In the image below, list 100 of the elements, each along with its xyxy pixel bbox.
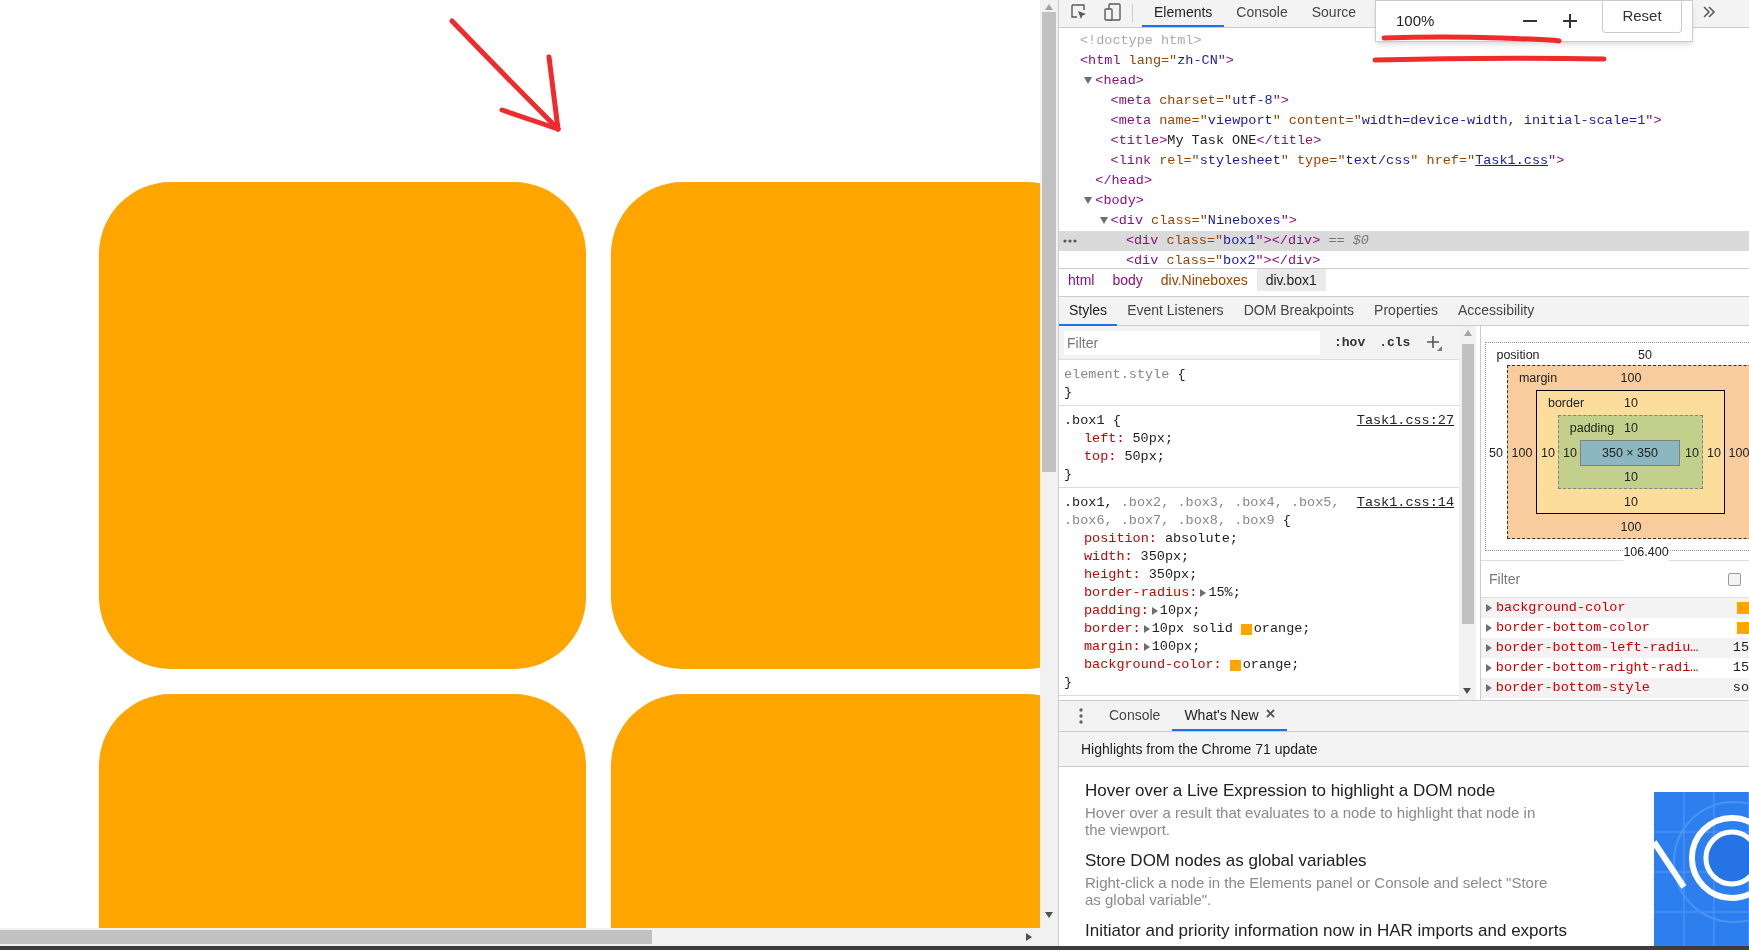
scroll-down-icon[interactable] <box>1463 688 1471 694</box>
selector: element.style { <box>1064 367 1186 382</box>
content-size: 350 × 350 <box>1602 444 1658 462</box>
tab[interactable]: Console <box>1224 0 1300 27</box>
expand-triangle-icon[interactable] <box>1486 684 1492 692</box>
box-value: 10 <box>1541 444 1555 462</box>
box-value: 100 <box>1511 444 1533 462</box>
breadcrumb[interactable]: div.Nineboxes <box>1151 269 1257 291</box>
code-line: <div class="Nineboxes"> <box>1110 211 1297 230</box>
tree-row[interactable]: <html lang="zh-CN"> <box>1059 51 1749 71</box>
tree-row[interactable]: <meta charset="utf-8"> <box>1059 91 1749 111</box>
expand-triangle-icon[interactable] <box>1099 217 1108 224</box>
property-name: background-color <box>1495 598 1627 617</box>
property-value: 10px; <box>1159 602 1201 620</box>
breadcrumb[interactable]: html <box>1059 269 1104 291</box>
property-name: position: <box>1084 530 1157 548</box>
tab[interactable]: Console <box>1097 701 1173 731</box>
tree-row[interactable]: <meta name="viewport" content="width=device-width, initial-scale=1"> <box>1059 111 1749 131</box>
property-name: height: <box>1084 566 1141 584</box>
code-line: <link rel="stylesheet" type="text/css" href="Task1.css"> <box>1110 151 1565 170</box>
expand-triangle-icon[interactable] <box>1151 607 1158 615</box>
link[interactable]: Task1.css:14 <box>1356 494 1454 512</box>
link[interactable]: Task1.css <box>1475 152 1549 168</box>
property-name: padding: <box>1084 602 1149 620</box>
property-name: width: <box>1084 548 1133 566</box>
box-label: padding <box>1569 419 1615 437</box>
scrollbar-thumb[interactable] <box>1461 344 1474 624</box>
tree-row[interactable]: <div class="Nineboxes"> <box>1059 211 1749 231</box>
hov-toggle[interactable]: :hov <box>1334 332 1366 353</box>
box-value: 10 <box>1707 444 1721 462</box>
item-description: Hover over a result that evaluates to a node to highlight that node in the viewport. <box>1085 804 1537 838</box>
expand-triangle-icon[interactable] <box>1486 644 1492 652</box>
breadcrumb[interactable]: body <box>1103 269 1152 291</box>
expand-triangle-icon[interactable] <box>1200 589 1207 597</box>
more-tabs-icon[interactable] <box>1702 6 1716 18</box>
tree-row[interactable]: <div class="box2"></div> <box>1059 251 1749 268</box>
checkbox[interactable] <box>1728 572 1741 586</box>
filter-field[interactable]: Filter <box>1489 568 1689 590</box>
new-rule-icon[interactable] <box>1426 334 1443 351</box>
code-line: <meta charset="utf-8"> <box>1110 91 1289 110</box>
selector: .box1 { <box>1064 413 1121 428</box>
color-swatch[interactable] <box>1240 623 1252 635</box>
tree-row[interactable]: <link rel="stylesheet" type="text/css" href="Task1.css"> <box>1059 151 1749 171</box>
property-value: 50px; <box>1132 430 1174 448</box>
color-swatch[interactable] <box>1229 659 1241 671</box>
tree-row[interactable]: <title>My Task ONE</title> <box>1059 131 1749 151</box>
property-name: border: <box>1084 620 1141 638</box>
device-icon[interactable] <box>1104 3 1122 21</box>
box-value: 10 <box>1624 419 1638 437</box>
scrollbar-thumb[interactable] <box>0 930 652 944</box>
property-name: border-radius: <box>1084 584 1198 602</box>
tab[interactable]: Event Listeners <box>1117 297 1234 326</box>
filter-field[interactable]: Filter <box>1064 330 1320 355</box>
tree-row[interactable]: <body> <box>1059 191 1749 211</box>
property-name: border-bottom-left-radiu… <box>1495 638 1700 657</box>
scroll-down-icon[interactable] <box>1045 912 1053 918</box>
code-line: <div class="box2"></div> <box>1125 251 1321 268</box>
property-value: 15 <box>1732 638 1749 657</box>
scroll-right-icon[interactable] <box>1026 933 1032 941</box>
code-line: </head> <box>1095 171 1152 190</box>
item-title: Hover over a Live Expression to highlight a DOM node <box>1085 780 1497 802</box>
expand-triangle-icon[interactable] <box>1143 643 1150 651</box>
tree-row[interactable]: <div class="box1"></div> == $0 <box>1059 231 1749 251</box>
box-value: 100 <box>1620 369 1642 387</box>
expand-triangle-icon[interactable] <box>1486 604 1492 612</box>
tab[interactable]: DOM Breakpoints <box>1233 297 1365 326</box>
tab[interactable]: Source <box>1299 0 1369 27</box>
cls-toggle[interactable]: .cls <box>1379 332 1411 353</box>
box-value: 10 <box>1624 394 1638 412</box>
zoom-level: 100% <box>1396 10 1436 31</box>
property-name: border-bottom-style <box>1495 678 1651 697</box>
expand-triangle-icon[interactable] <box>1084 77 1093 84</box>
expand-triangle-icon[interactable] <box>1143 625 1150 633</box>
expand-triangle-icon[interactable] <box>1084 197 1093 204</box>
box-label: border <box>1547 394 1585 412</box>
property-name: top: <box>1084 448 1117 466</box>
property-value: orange; <box>1242 656 1300 674</box>
expand-triangle-icon[interactable] <box>1486 664 1492 672</box>
box-value: 100 <box>1620 518 1642 536</box>
property-name: border-bottom-color <box>1495 618 1651 637</box>
tab[interactable]: Properties <box>1364 297 1448 326</box>
box-value: 10 <box>1624 468 1638 486</box>
inspect-icon[interactable] <box>1070 3 1088 21</box>
tab[interactable]: Elements <box>1142 0 1225 27</box>
tree-row[interactable]: </head> <box>1059 171 1749 191</box>
property-value: 15 <box>1732 658 1749 677</box>
item-description: Right-click a node in the Elements panel or Console and select "Store as global variable". <box>1085 874 1549 908</box>
breadcrumb[interactable]: div.box1 <box>1256 269 1326 291</box>
scrollbar-thumb[interactable] <box>1042 12 1056 472</box>
close-icon[interactable] <box>1265 709 1275 718</box>
expand-triangle-icon[interactable] <box>1486 624 1492 632</box>
link[interactable]: Task1.css:27 <box>1356 412 1454 430</box>
property-value: absolute; <box>1164 530 1238 548</box>
plus-icon[interactable] <box>1562 13 1578 29</box>
tab[interactable]: Accessibility <box>1447 297 1545 326</box>
reset-button[interactable]: Reset <box>1602 1 1682 33</box>
code-line: <head> <box>1095 71 1144 90</box>
property-name: border-bottom-right-radi… <box>1495 658 1700 677</box>
menu-icon[interactable] <box>1079 708 1083 724</box>
tree-row[interactable]: <head> <box>1059 71 1749 91</box>
